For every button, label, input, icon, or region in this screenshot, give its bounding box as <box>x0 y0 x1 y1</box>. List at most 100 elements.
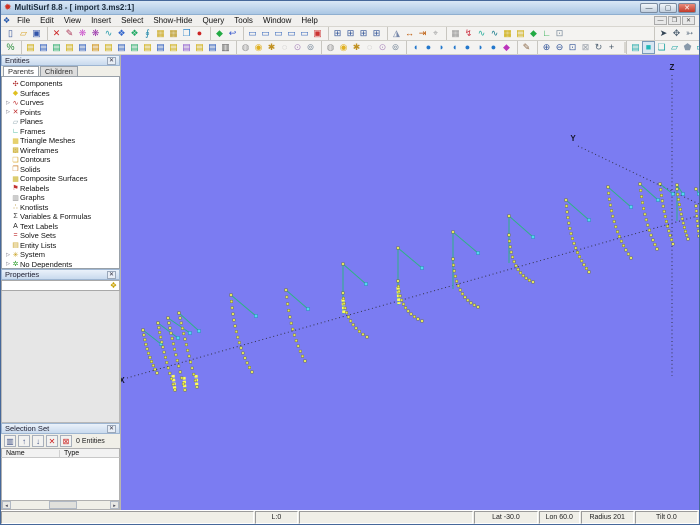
show-icon[interactable]: ◉ <box>252 41 265 54</box>
scroll-thumb[interactable] <box>48 501 77 509</box>
tree-item-entity-lists[interactable]: ▤ Entity Lists <box>2 241 119 251</box>
select-all-icon[interactable]: ⊞ <box>331 27 344 40</box>
zoom-previous-icon[interactable]: ⊠ <box>579 41 592 54</box>
viewport-3d[interactable]: XYZ <box>121 55 699 510</box>
properties-find-icon[interactable]: ❖ <box>110 281 119 290</box>
grid-icon[interactable]: ▦ <box>449 27 462 40</box>
remove-entity-icon[interactable]: ✕ <box>46 435 58 447</box>
new-ruled-icon[interactable]: ▤ <box>128 41 141 54</box>
new-cloud-icon[interactable]: ▤ <box>167 41 180 54</box>
new-formula-icon[interactable]: ▤ <box>180 41 193 54</box>
menu-edit[interactable]: Edit <box>35 15 59 27</box>
view-bottom-icon[interactable]: ◗ <box>435 41 448 54</box>
menu-show-hide[interactable]: Show-Hide <box>148 15 197 27</box>
offset-icon[interactable]: ⇥ <box>416 27 429 40</box>
frame-green-icon[interactable]: ∟ <box>540 27 553 40</box>
mesh-x-icon[interactable]: ▦ <box>501 27 514 40</box>
tree-item-relabels[interactable]: ⚑ Relabels <box>2 184 119 194</box>
clear-selection-icon[interactable]: ⊠ <box>60 435 72 447</box>
entities-tree[interactable]: ✣ Components ◆ Surfaces ▷ ∿ Curves ▷ ✕ Points ▱ Pla… <box>1 76 120 269</box>
triangle-ruler-icon[interactable]: ◮ <box>390 27 403 40</box>
menu-file[interactable]: File <box>12 15 35 27</box>
visible-children-icon[interactable]: ⊚ <box>389 41 402 54</box>
magnet-curve-icon[interactable]: ∿ <box>488 27 501 40</box>
distance-icon[interactable]: ↔ <box>403 27 416 40</box>
select-marked-icon[interactable]: ⊞ <box>370 27 383 40</box>
scale-percent-icon[interactable]: % <box>4 41 17 54</box>
mdi-minimize-button[interactable]: — <box>654 16 667 25</box>
view-perspective-icon[interactable]: ◆ <box>500 41 513 54</box>
window-vertical-icon[interactable]: ▭ <box>285 27 298 40</box>
restore-button[interactable]: ▢ <box>659 2 677 13</box>
tree-item-knotlists[interactable]: ∴ Knotlists <box>2 203 119 213</box>
tab-parents[interactable]: Parents <box>3 66 39 76</box>
tree-item-system[interactable]: ▷ ✳ System <box>2 250 119 260</box>
mdi-restore-button[interactable]: ❐ <box>668 16 681 25</box>
undo-arrow-icon[interactable]: ↩ <box>226 27 239 40</box>
flat-mode-icon[interactable]: ▭ <box>694 41 699 54</box>
selection-set-hscrollbar[interactable]: ◂ ▸ <box>1 501 120 510</box>
tree-item-planes[interactable]: ▱ Planes <box>2 117 119 127</box>
layered-mode-icon[interactable]: ❏ <box>655 41 668 54</box>
visible-new-icon[interactable]: ✱ <box>350 41 363 54</box>
show-parents-icon[interactable]: ⊙ <box>291 41 304 54</box>
scroll-right-icon[interactable]: ▸ <box>110 501 119 509</box>
new-point-icon[interactable]: ▤ <box>24 41 37 54</box>
view-right-icon[interactable]: ● <box>461 41 474 54</box>
tree-item-graphs[interactable]: ▥ Graphs <box>2 193 119 203</box>
view-front-icon[interactable]: ◗ <box>474 41 487 54</box>
scroll-left-icon[interactable]: ◂ <box>2 501 11 509</box>
visible-all-icon[interactable]: ◍ <box>324 41 337 54</box>
rotate-view-icon[interactable]: ↻ <box>592 41 605 54</box>
select-table-icon[interactable]: ⊞ <box>344 27 357 40</box>
tree-item-triangle-meshes[interactable]: ▦ Triangle Meshes <box>2 136 119 146</box>
move-down-icon[interactable]: ↓ <box>32 435 44 447</box>
move-up-icon[interactable]: ↑ <box>18 435 30 447</box>
tree-item-frames[interactable]: ∟ Frames <box>2 127 119 137</box>
window-cascade-icon[interactable]: ▭ <box>246 27 259 40</box>
shaded-mode-icon[interactable]: ■ <box>642 41 655 54</box>
menu-help[interactable]: Help <box>296 15 322 27</box>
wireframe-mode-icon[interactable]: ▤ <box>629 41 642 54</box>
tree-item-text-labels[interactable]: A Text Labels <box>2 222 119 232</box>
open-file-icon[interactable]: ▱ <box>17 27 30 40</box>
pointer-query-icon[interactable]: ➳ <box>683 27 696 40</box>
new-revolution-icon[interactable]: ▤ <box>141 41 154 54</box>
new-label-icon[interactable]: ▤ <box>193 41 206 54</box>
new-bcurve-icon[interactable]: ▤ <box>76 41 89 54</box>
tree-item-no-dependents[interactable]: ▷ ✲ No Dependents <box>2 260 119 268</box>
tree-item-variables-formulas[interactable]: Σ Variables & Formulas <box>2 212 119 222</box>
select-row-icon[interactable]: ⊞ <box>357 27 370 40</box>
delete-icon[interactable]: ✕ <box>50 27 63 40</box>
table-icon[interactable]: ▦ <box>154 27 167 40</box>
edit-pencil-icon[interactable]: ✎ <box>63 27 76 40</box>
pointer-icon[interactable]: ➤ <box>657 27 670 40</box>
curve-pen-icon[interactable]: ∿ <box>102 27 115 40</box>
column-name[interactable]: Name <box>2 449 60 457</box>
show-all-icon[interactable]: ◍ <box>239 41 252 54</box>
sketch-pencil-icon[interactable]: ✎ <box>520 41 533 54</box>
new-arc-icon[interactable]: ▤ <box>63 41 76 54</box>
tree-item-wireframes[interactable]: ▩ Wireframes <box>2 146 119 156</box>
view-back-icon[interactable]: ● <box>487 41 500 54</box>
ribbon-blue-icon[interactable]: ❖ <box>115 27 128 40</box>
zoom-window-icon[interactable]: ⊡ <box>566 41 579 54</box>
invisible-icon[interactable]: ◌ <box>363 41 376 54</box>
close-icon[interactable]: ✕ <box>107 424 116 433</box>
tree-item-solve-sets[interactable]: = Solve Sets <box>2 231 119 241</box>
viewport-canvas[interactable]: XYZ <box>121 55 699 510</box>
ring-curve-icon[interactable]: ∿ <box>475 27 488 40</box>
menu-insert[interactable]: Insert <box>86 15 116 27</box>
columns-icon[interactable]: ▥ <box>4 435 16 447</box>
mesh-icon[interactable]: ▤ <box>514 27 527 40</box>
window-close-icon[interactable]: ▣ <box>311 27 324 40</box>
new-ccurve-icon[interactable]: ▤ <box>89 41 102 54</box>
properties-name-row[interactable]: ❖ <box>1 280 120 291</box>
tree-item-contours[interactable]: ❏ Contours <box>2 155 119 165</box>
insert-diamond-icon[interactable]: ◆ <box>213 27 226 40</box>
loop-icon[interactable]: ∮ <box>141 27 154 40</box>
menu-query[interactable]: Query <box>197 15 229 27</box>
view-top-icon[interactable]: ● <box>422 41 435 54</box>
menu-view[interactable]: View <box>59 15 86 27</box>
save-icon[interactable]: ▣ <box>30 27 43 40</box>
